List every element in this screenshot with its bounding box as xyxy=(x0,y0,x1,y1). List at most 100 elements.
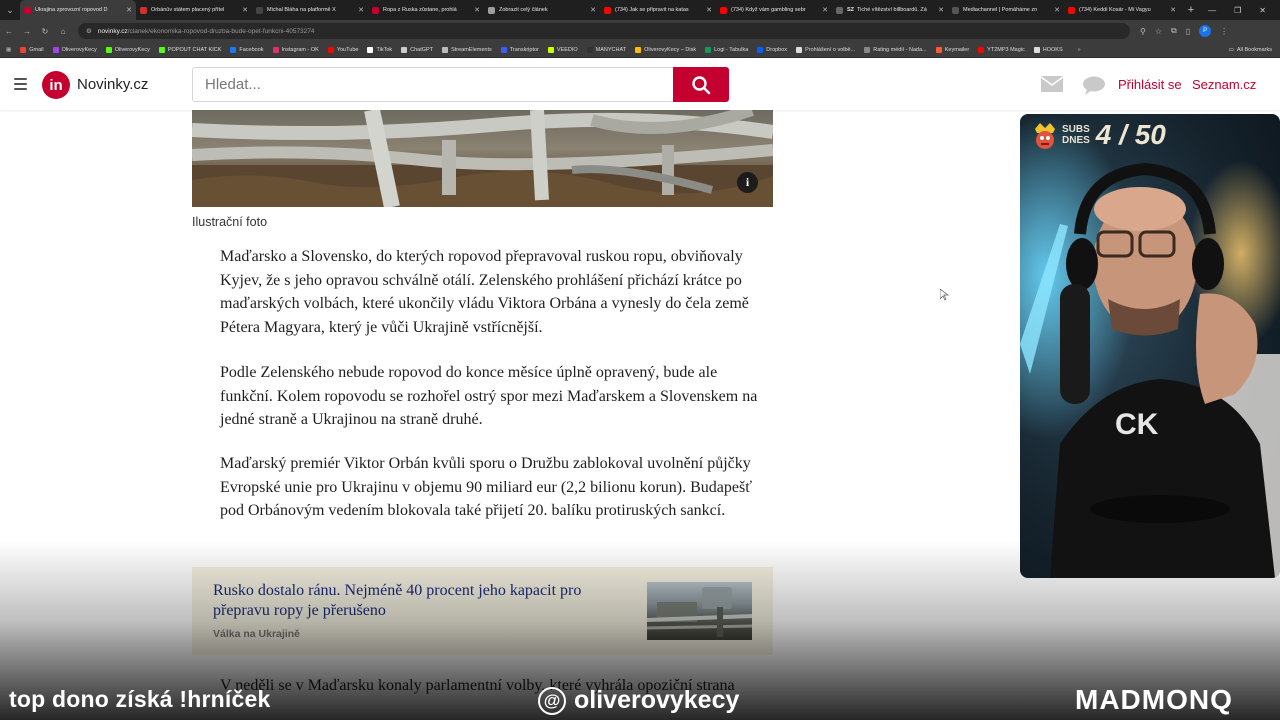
mail-icon[interactable] xyxy=(1041,76,1063,92)
tab-close-icon[interactable]: ✕ xyxy=(822,6,828,14)
bookmark-item[interactable]: YouTube xyxy=(327,46,359,53)
tab-close-icon[interactable]: ✕ xyxy=(938,6,944,14)
tab-title: (734) Jak se připravit na katas xyxy=(615,7,689,13)
bookmark-item[interactable]: Transkriptor xyxy=(500,46,539,53)
related-article-title[interactable]: Rusko dostalo ránu. Nejméně 40 procent j… xyxy=(213,581,623,621)
tab-search-icon[interactable]: ⌄ xyxy=(0,0,20,20)
bookmark-label: YouTube xyxy=(336,46,359,53)
bookmark-item[interactable]: OliverovyKecy – Disk xyxy=(635,46,696,53)
seznam-link[interactable]: Seznam.cz xyxy=(1192,77,1256,92)
bookmark-favicon-icon xyxy=(367,46,374,53)
forward-icon[interactable]: → xyxy=(18,27,36,36)
bookmark-label: OliverovyKecy xyxy=(61,46,97,53)
bookmark-favicon-icon xyxy=(705,46,712,53)
crown-mascot-icon xyxy=(1035,123,1055,149)
bookmark-item[interactable]: Keymailer xyxy=(935,46,970,53)
bookmark-favicon-icon xyxy=(272,46,279,53)
bookmark-label: Rating médií - Nada... xyxy=(873,46,927,53)
apps-icon[interactable]: ▦ xyxy=(6,47,11,53)
all-bookmarks-link[interactable]: ▭ All Bookmarks xyxy=(1229,47,1280,53)
home-icon[interactable]: ⌂ xyxy=(54,27,72,36)
tab-favicon-icon xyxy=(720,6,727,14)
tab-close-icon[interactable]: ✕ xyxy=(126,6,132,14)
login-link[interactable]: Přihlásit se xyxy=(1118,77,1182,92)
novinky-logo-badge[interactable]: in xyxy=(42,71,70,99)
bookmark-label: Gmail xyxy=(29,46,44,53)
url-domain: novinky.cz xyxy=(97,27,128,35)
site-info-icon[interactable]: ⚙ xyxy=(86,27,92,35)
related-article-thumbnail[interactable] xyxy=(647,582,752,640)
bookmark-label: TikTok xyxy=(376,46,393,53)
bookmark-item[interactable]: TikTok xyxy=(367,46,393,53)
stream-handle-text: oliverovykecy xyxy=(574,686,740,714)
bookmark-item[interactable]: HOOKS xyxy=(1033,46,1063,53)
bookmark-item[interactable]: POPOUT CHAT KICK xyxy=(158,46,221,53)
tab-close-icon[interactable]: ✕ xyxy=(590,6,596,14)
search-icon xyxy=(692,75,711,94)
bookmark-item[interactable]: StreamElements xyxy=(442,46,492,53)
minimize-icon[interactable]: — xyxy=(1208,6,1216,15)
new-tab-button[interactable]: + xyxy=(1184,4,1198,16)
bookmark-label: Keymailer xyxy=(944,46,970,53)
photo-info-icon[interactable]: i xyxy=(737,172,758,193)
site-logo-text[interactable]: Novinky.cz xyxy=(77,76,148,93)
zoom-icon[interactable]: ⚲ xyxy=(1140,27,1146,36)
bookmark-item[interactable]: Gmail xyxy=(20,46,44,53)
close-window-icon[interactable]: ✕ xyxy=(1259,6,1266,15)
bookmark-item[interactable]: VEEDIO xyxy=(547,46,578,53)
bookmark-favicon-icon xyxy=(935,46,942,53)
address-bar[interactable]: ⚙ novinky.cz/clanek/ekonomika-ropovod-dr… xyxy=(78,23,1130,39)
related-article-tag[interactable]: Válka na Ukrajině xyxy=(213,628,300,640)
profile-avatar[interactable]: P xyxy=(1199,25,1212,37)
browser-tab[interactable]: (734) Keddi Kosár - Mi Vagyu ✕ xyxy=(1064,0,1180,20)
bookmark-item[interactable]: Rating médií - Nada... xyxy=(864,46,927,53)
tab-close-icon[interactable]: ✕ xyxy=(1170,6,1176,14)
bookmark-item[interactable]: Prohlášení o volbě... xyxy=(796,46,855,53)
hamburger-menu-icon[interactable] xyxy=(14,78,27,90)
tab-close-icon[interactable]: ✕ xyxy=(242,6,248,14)
search-input[interactable] xyxy=(192,67,673,102)
bookmark-item[interactable]: MANYCHAT xyxy=(586,46,626,53)
window-controls: — ❐ ✕ xyxy=(1208,6,1280,15)
back-icon[interactable]: ← xyxy=(0,27,18,36)
chat-icon[interactable] xyxy=(1082,76,1106,96)
sidebar-icon[interactable]: ▯ xyxy=(1186,27,1190,36)
bookmark-item[interactable]: Facebook xyxy=(230,46,264,53)
browser-tab[interactable]: Mediachannel | Pomáháme zn ✕ xyxy=(948,0,1064,20)
search-button[interactable] xyxy=(673,67,729,102)
bookmark-item[interactable]: Instagram - OK xyxy=(272,46,319,53)
tab-close-icon[interactable]: ✕ xyxy=(474,6,480,14)
tab-favicon-icon xyxy=(256,6,263,14)
tab-title: Ukrajina zprovozní ropovod D xyxy=(35,7,108,13)
bookmark-favicon-icon xyxy=(864,46,871,53)
browser-tab[interactable]: (734) Když vám gambling sebr ✕ xyxy=(716,0,832,20)
toolbar-actions: ⚲ ☆ ⧉ ▯ P ⋮ xyxy=(1140,25,1228,37)
bookmark-item[interactable]: Logi - Tabulka xyxy=(705,46,748,53)
browser-tab[interactable]: Ukrajina zprovozní ropovod D ✕ xyxy=(20,0,136,20)
bookmark-item[interactable]: ChatGPT xyxy=(401,46,433,53)
tab-close-icon[interactable]: ✕ xyxy=(706,6,712,14)
tab-close-icon[interactable]: ✕ xyxy=(358,6,364,14)
related-article-card[interactable]: Rusko dostalo ránu. Nejméně 40 procent j… xyxy=(192,567,773,655)
maximize-icon[interactable]: ❐ xyxy=(1234,6,1241,15)
extensions-icon[interactable]: ⧉ xyxy=(1171,26,1177,36)
bookmark-star-icon[interactable]: ☆ xyxy=(1155,27,1162,36)
bookmark-item[interactable]: YT2MP3 Magic xyxy=(978,46,1025,53)
bookmarks-overflow-icon[interactable]: » xyxy=(1078,47,1081,53)
tab-close-icon[interactable]: ✕ xyxy=(1054,6,1060,14)
browser-tab[interactable]: (734) Jak se připravit na katas ✕ xyxy=(600,0,716,20)
browser-tab[interactable]: Zobrazit celý článek ✕ xyxy=(484,0,600,20)
browser-tab[interactable]: Orbánův státem placený přítel ✕ xyxy=(136,0,252,20)
bookmark-label: Instagram - OK xyxy=(281,46,319,53)
bookmark-item[interactable]: OliverovyKecy xyxy=(105,46,150,53)
tab-title: (734) Když vám gambling sebr xyxy=(731,7,806,13)
tab-favicon-icon xyxy=(1068,6,1075,14)
bookmark-favicon-icon xyxy=(230,46,237,53)
browser-tab[interactable]: Michal Bláha na platformě X ✕ xyxy=(252,0,368,20)
bookmark-item[interactable]: Dropbox xyxy=(757,46,787,53)
menu-icon[interactable]: ⋮ xyxy=(1220,27,1228,36)
reload-icon[interactable]: ↻ xyxy=(36,27,54,36)
browser-tab[interactable]: Ropa z Ruska zůstane, prohlá ✕ xyxy=(368,0,484,20)
bookmark-item[interactable]: OliverovyKecy xyxy=(52,46,97,53)
browser-tab[interactable]: SZ Tiché vítězství billboardů. Zá ✕ xyxy=(832,0,948,20)
